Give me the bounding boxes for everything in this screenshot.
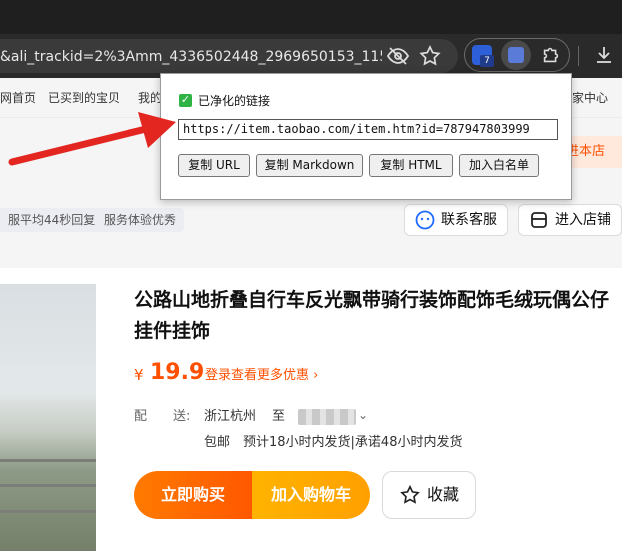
price-currency: ¥	[134, 366, 144, 384]
chevron-down-icon[interactable]: ⌄	[358, 406, 368, 424]
image-railing	[0, 484, 96, 487]
enter-shop-label: 进入店铺	[555, 212, 611, 228]
star-icon	[399, 484, 421, 506]
nav-home-link[interactable]: 网首页	[0, 89, 36, 107]
shipping-origin: 浙江杭州	[204, 409, 257, 424]
eye-off-icon[interactable]	[386, 44, 410, 68]
service-tag-reply: 服平均44秒回复	[0, 208, 104, 232]
product-title: 公路山地折叠自行车反光飘带骑行装饰配饰毛绒玩偶公仔挂件挂饰	[134, 289, 610, 342]
checkmark-icon: ✓	[180, 93, 191, 106]
toolbar-separator	[578, 46, 579, 66]
extension-badge: 7	[480, 55, 494, 67]
login-promo-link[interactable]: 登录查看更多优惠 ›	[205, 367, 318, 385]
browser-tabstrip	[0, 0, 622, 34]
copy-markdown-button[interactable]: 复制 Markdown	[256, 154, 363, 177]
star-bookmark-icon[interactable]	[418, 44, 442, 68]
cleaned-link-label: 已净化的链接	[198, 94, 271, 108]
copy-html-button[interactable]: 复制 HTML	[369, 154, 453, 177]
annotation-arrow-icon	[8, 112, 176, 166]
service-tag-experience: 服务体验优秀	[96, 208, 185, 232]
buy-now-button[interactable]: 立即购买	[134, 471, 252, 519]
clean-url-field[interactable]: https://item.taobao.com/item.htm?id=7879…	[178, 119, 558, 140]
puzzle-extensions-icon[interactable]	[540, 44, 562, 66]
add-to-cart-button[interactable]: 加入购物车	[252, 471, 370, 519]
contact-service-label: 联系客服	[441, 212, 497, 228]
download-icon[interactable]	[592, 43, 616, 67]
product-image[interactable]	[0, 284, 96, 551]
add-whitelist-button[interactable]: 加入白名单	[459, 154, 539, 177]
shipping-info: 包邮 预计18小时内发货|承诺48小时内发货	[204, 435, 463, 450]
nav-my-link[interactable]: 我的	[138, 89, 162, 107]
store-icon	[529, 210, 549, 230]
redacted-destination[interactable]	[298, 409, 356, 425]
section-gap	[0, 250, 622, 268]
nav-center-link[interactable]: 家中心	[572, 89, 608, 107]
image-railing	[0, 459, 96, 462]
shipping-to-label: 至	[272, 409, 286, 424]
nav-purchased-link[interactable]: 已买到的宝贝	[48, 89, 120, 107]
chat-face-icon	[415, 210, 435, 230]
favorite-label: 收藏	[427, 485, 460, 504]
image-railing	[0, 510, 96, 513]
address-bar-url[interactable]: &ali_trackid=2%3Amm_4336502448_296965015…	[0, 47, 382, 67]
product-price: 19.9	[150, 360, 205, 385]
shipping-label: 配 送:	[134, 409, 191, 424]
link-cleaner-icon	[508, 47, 524, 63]
